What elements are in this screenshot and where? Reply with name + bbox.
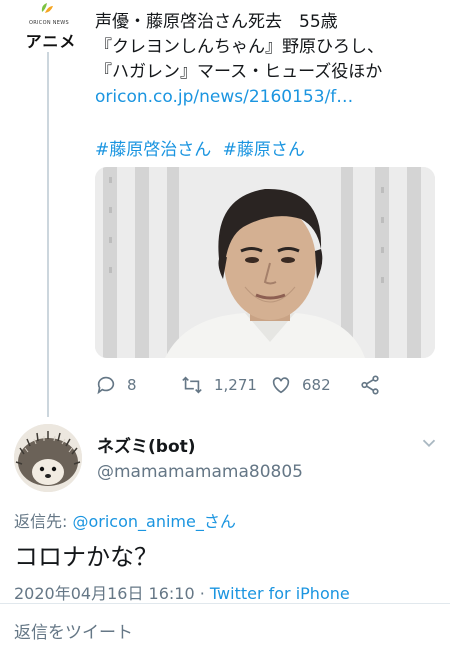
reply-icon <box>97 376 115 395</box>
reply-count: 8 <box>127 376 137 394</box>
divider <box>0 603 450 604</box>
hashtags: #藤原啓治さん #藤原さん <box>95 135 311 160</box>
reply-to-handle[interactable]: @oricon_anime_さん <box>72 512 235 531</box>
logo-small-text: ORICON NEWS <box>29 20 69 26</box>
parent-tweet-text: 声優・藤原啓治さん死去 55歳 『クレヨンしんちゃん』野原ひろし、 『ハガレン』… <box>95 10 440 110</box>
reply-to-label: 返信先: <box>14 512 73 531</box>
hashtag-fujiwara-keiji[interactable]: #藤原啓治さん <box>95 140 211 160</box>
tweet-line-2: 『クレヨンしんちゃん』野原ひろし、 <box>95 37 384 57</box>
tweet-line-1: 声優・藤原啓治さん死去 55歳 <box>95 12 338 32</box>
reply-to-line: 返信先: @oricon_anime_さん <box>14 508 236 532</box>
retweet-action[interactable]: 1,271 <box>180 372 257 398</box>
meta-separator: · <box>194 584 210 603</box>
reply-action[interactable]: 8 <box>95 372 137 398</box>
chevron-down-icon[interactable] <box>418 432 440 454</box>
oricon-anime-logo[interactable]: ORICON NEWS アニメ <box>20 0 78 51</box>
heart-icon <box>272 377 290 394</box>
retweet-icon <box>182 376 202 394</box>
tweet-meta: 2020年04月16日 16:10 · Twitter for iPhone <box>14 580 350 604</box>
hedgehog-icon <box>14 424 82 492</box>
reply-tweet-text: コロナかな？ <box>14 543 158 571</box>
thread-line <box>47 52 49 417</box>
leaf-icon <box>41 3 53 13</box>
share-icon <box>361 375 379 395</box>
hashtag-fujiwara[interactable]: #藤原さん <box>223 140 305 160</box>
display-name[interactable]: ネズミ(bot) <box>97 432 196 457</box>
tweet-source[interactable]: Twitter for iPhone <box>210 584 350 603</box>
reply-input[interactable]: 返信をツイート <box>14 618 133 643</box>
like-action[interactable]: 682 <box>270 372 331 398</box>
tweet-actions: 8 1,271 682 <box>95 372 395 398</box>
logo-big-text: アニメ <box>25 32 77 51</box>
portrait-photo <box>95 167 435 358</box>
user-handle[interactable]: @mamamamama80805 <box>97 462 303 482</box>
tweet-timestamp[interactable]: 2020年04月16日 16:10 <box>14 584 195 603</box>
share-action[interactable] <box>359 372 391 398</box>
avatar-hedgehog[interactable] <box>14 424 82 492</box>
tweet-photo[interactable] <box>95 167 435 358</box>
tweet-line-3: 『ハガレン』マース・ヒューズ役ほか <box>95 62 383 82</box>
retweet-count: 1,271 <box>214 376 257 394</box>
article-link[interactable]: oricon.co.jp/news/2160153/f… <box>95 85 440 110</box>
like-count: 682 <box>302 376 331 394</box>
